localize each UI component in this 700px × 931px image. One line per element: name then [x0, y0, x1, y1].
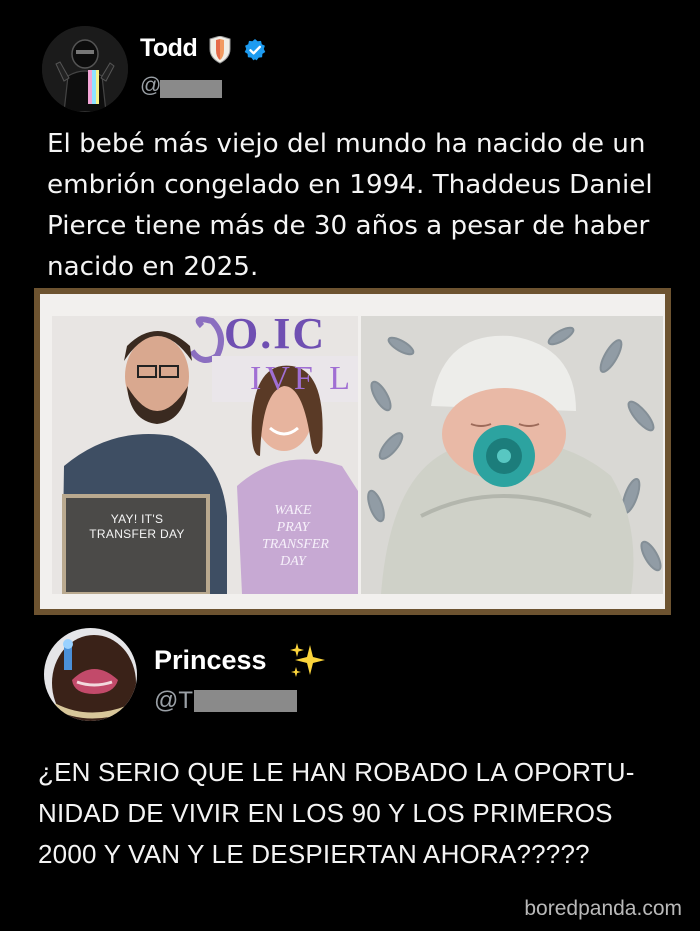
- todd-display-name[interactable]: Todd: [140, 34, 198, 63]
- princess-avatar[interactable]: [44, 628, 137, 721]
- todd-handle[interactable]: @: [140, 74, 161, 98]
- tweet1-image[interactable]: YAY! IT'S TRANSFER DAY O.IC IVF L WAKE P…: [34, 288, 671, 615]
- handle-redaction: [160, 80, 222, 98]
- princess-display-name[interactable]: Princess: [154, 645, 267, 676]
- princess-handle[interactable]: @T: [154, 687, 193, 715]
- boredpanda-watermark: boredpanda.com: [524, 897, 682, 920]
- shield-emoji-icon: [208, 35, 232, 68]
- clinic-logo-text: O.IC: [224, 316, 327, 358]
- clinic-sign-text: IVF L: [250, 360, 355, 397]
- letter-board-text: YAY! IT'S TRANSFER DAY: [89, 512, 185, 541]
- tweet2-text: ¿EN SERIO QUE LE HAN ROBADO LA OPORTU-NI…: [38, 757, 635, 869]
- handle-redaction: [194, 690, 297, 712]
- verified-badge-icon: [243, 38, 267, 66]
- sparkles-icon: [288, 641, 328, 685]
- baby-photo: [361, 316, 663, 594]
- shirt-text: WAKE PRAY TRANSFER DAY: [262, 503, 329, 569]
- tweet1-text: El bebé más viejo del mundo ha nacido de…: [47, 129, 653, 282]
- couple-photo: YAY! IT'S TRANSFER DAY O.IC IVF L WAKE P…: [52, 316, 358, 594]
- todd-avatar[interactable]: [42, 26, 128, 112]
